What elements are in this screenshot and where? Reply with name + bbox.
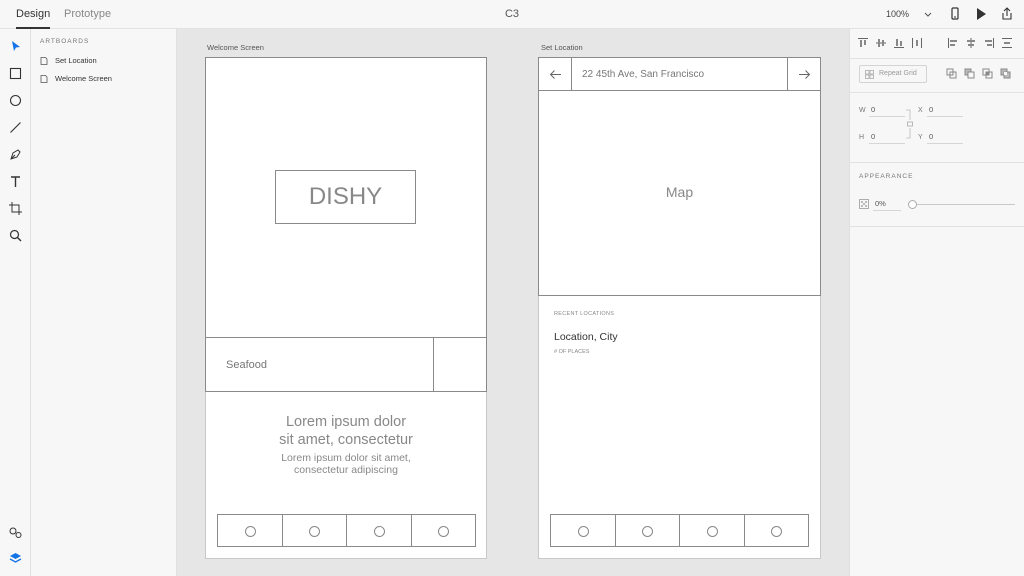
rectangle-tool-icon[interactable] [8,66,23,81]
play-icon[interactable] [973,6,989,22]
opacity-slider-track[interactable] [911,204,1015,205]
tab-bar [550,514,809,547]
tab-bar-item[interactable] [551,515,616,546]
opacity-input[interactable]: 0% [873,199,901,211]
width-input[interactable]: 0 [869,105,905,117]
align-top-icon[interactable] [857,37,869,49]
search-text: Seafood [226,359,267,371]
y-input[interactable]: 0 [927,132,963,144]
distribute-horizontal-icon[interactable] [911,37,923,49]
device-preview-icon[interactable] [947,6,963,22]
forward-button[interactable] [787,57,821,91]
zoom-level[interactable]: 100% [886,0,909,28]
artboard-icon [40,57,48,65]
align-left-icon[interactable] [947,37,959,49]
opacity-slider-thumb[interactable] [908,200,917,209]
zoom-tool-icon[interactable] [8,228,23,243]
address-text: 22 45th Ave, San Francisco [582,69,705,80]
grid-icon [865,70,874,79]
x-label: X [918,107,923,114]
layer-item-label: Set Location [55,56,97,65]
height-input[interactable]: 0 [869,132,905,144]
boolean-add-icon[interactable] [946,68,958,80]
repeat-grid-label: Repeat Grid [879,70,917,77]
layer-item-set-location[interactable]: Set Location [40,54,170,68]
align-bottom-icon[interactable] [893,37,905,49]
headline-line-1: Lorem ipsum dolor [285,414,407,430]
tab-bar-item[interactable] [347,515,412,546]
search-button[interactable] [433,337,487,392]
artboard-label-welcome[interactable]: Welcome Screen [207,43,264,52]
layers-panel: ARTBOARDS Set Location Welcome Screen [31,29,177,576]
tab-design[interactable]: Design [16,0,51,29]
artboard-set-location[interactable]: 22 45th Ave, San Francisco Map RECENT LO… [538,57,821,559]
align-center-icon[interactable] [965,37,977,49]
appearance-heading: APPEARANCE [859,173,914,180]
arrow-left-icon [549,70,561,79]
share-icon[interactable] [999,6,1015,22]
boolean-subtract-icon[interactable] [964,68,976,80]
places-count: # OF PLACES [554,349,590,355]
artboards-heading: ARTBOARDS [40,38,90,45]
document-title: C3 [504,8,520,20]
opacity-icon [859,199,869,209]
symbols-icon[interactable] [8,525,23,540]
headline-line-2: sit amet, consectetur [279,432,413,448]
lock-aspect-icon[interactable] [905,109,913,139]
divider [850,226,1024,227]
arrow-right-icon [799,70,811,79]
divider [850,92,1024,93]
layer-item-label: Welcome Screen [55,74,112,83]
align-middle-icon[interactable] [875,37,887,49]
width-label: W [859,107,866,114]
tab-bar-item[interactable] [283,515,347,546]
recent-locations-heading: RECENT LOCATIONS [554,311,615,317]
artboard-icon [40,75,48,83]
distribute-vertical-icon[interactable] [1001,37,1013,49]
ellipse-tool-icon[interactable] [8,93,23,108]
tool-bar [0,29,31,576]
body-line-2: consectetur adipiscing [294,464,398,476]
top-bar: Design Prototype C3 100% [0,0,1024,29]
location-name[interactable]: Location, City [554,331,618,343]
tab-bar-item[interactable] [616,515,680,546]
boolean-intersect-icon[interactable] [982,68,994,80]
artboard-welcome-screen[interactable]: DISHY Seafood Lorem ipsum dolor sit amet… [205,57,487,559]
x-input[interactable]: 0 [927,105,963,117]
back-button[interactable] [538,57,572,91]
body-line-1: Lorem ipsum dolor sit amet, [281,452,411,464]
tab-bar-item[interactable] [680,515,745,546]
chevron-down-icon[interactable] [923,9,933,19]
artboard-tool-icon[interactable] [8,201,23,216]
tab-prototype[interactable]: Prototype [64,0,111,29]
divider [850,58,1024,59]
tab-bar-item[interactable] [412,515,476,546]
logo-box[interactable]: DISHY [275,170,416,224]
align-right-icon[interactable] [983,37,995,49]
select-tool-icon[interactable] [8,39,23,54]
artboard-label-location[interactable]: Set Location [541,43,583,52]
boolean-exclude-icon[interactable] [1000,68,1012,80]
map-label: Map [665,184,694,200]
pen-tool-icon[interactable] [8,147,23,162]
canvas[interactable]: Welcome Screen DISHY Seafood Lorem ipsum… [177,29,849,576]
tab-bar-item[interactable] [745,515,809,546]
repeat-grid-button[interactable]: Repeat Grid [859,65,927,83]
tab-bar [217,514,476,547]
height-label: H [859,134,865,141]
tab-bar-item[interactable] [218,515,283,546]
divider [850,162,1024,163]
line-tool-icon[interactable] [8,120,23,135]
layer-item-welcome-screen[interactable]: Welcome Screen [40,72,170,86]
property-inspector: Repeat Grid W 0 X 0 H 0 Y 0 APPEARANCE 0… [849,29,1024,576]
text-tool-icon[interactable] [8,174,23,189]
y-label: Y [918,134,923,141]
layers-icon[interactable] [8,551,23,566]
